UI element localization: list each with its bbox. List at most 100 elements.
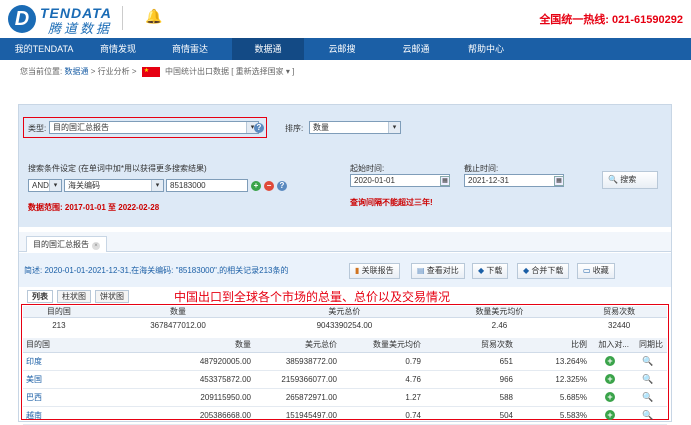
- type-select[interactable]: 目的国汇总报告 ▾: [49, 121, 259, 134]
- qty-cell: 209115950.00: [163, 388, 255, 407]
- search-form: 类型: 目的国汇总报告 ▾ ? 排序: 数量 ▾ 搜索条件设定 (在单词中加*用…: [19, 105, 671, 227]
- ratio-cell: 5.583%: [517, 406, 591, 425]
- table-row: 巴西 209115950.00 265872971.00 1.27 588 5.…: [23, 388, 667, 407]
- breadcrumb-page: 中国统计出口数据: [164, 67, 229, 76]
- compare-label: 查看对比: [426, 266, 459, 275]
- column-header[interactable]: 比例: [517, 338, 591, 353]
- end-date-input[interactable]: 2021-12-31: [464, 174, 564, 187]
- logo-text-cn: 腾道数据: [48, 21, 113, 36]
- country-link[interactable]: 巴西: [23, 388, 163, 407]
- field-select[interactable]: 海关编码 ▾: [64, 179, 164, 192]
- column-header: 同期比: [633, 338, 667, 353]
- report-tab-bar: 目的国汇总报告 ×: [19, 232, 671, 252]
- table-row: 越南 205386668.00 151945497.00 0.74 504 5.…: [23, 406, 667, 425]
- totals-header: 贸易次数: [571, 306, 667, 318]
- condition-label: 搜索条件设定 (在单词中加*用以获得更多搜索结果): [28, 164, 207, 173]
- column-header[interactable]: 贸易次数: [425, 338, 517, 353]
- related-report-label: 关联报告: [361, 266, 394, 275]
- merge-download-button[interactable]: ◆ 合并下载: [517, 263, 570, 279]
- usd-cell: 265872971.00: [255, 388, 341, 407]
- add-icon[interactable]: +: [605, 410, 615, 420]
- magnifier-icon[interactable]: 🔍: [642, 410, 653, 420]
- column-header[interactable]: 数量美元均价: [341, 338, 425, 353]
- tab-list[interactable]: 列表: [27, 290, 53, 303]
- download-label: 下载: [486, 266, 503, 275]
- tab-destination-report[interactable]: 目的国汇总报告 ×: [26, 236, 107, 252]
- yoy-cell: 🔍: [633, 406, 667, 425]
- breadcrumb-home[interactable]: 数据通: [64, 67, 88, 76]
- remove-condition-icon[interactable]: −: [264, 181, 274, 191]
- nav-item-data[interactable]: 数据通: [232, 38, 304, 60]
- column-header[interactable]: 美元总价: [255, 338, 341, 353]
- logo-icon[interactable]: D: [8, 5, 36, 33]
- calendar-icon[interactable]: ▦: [440, 176, 450, 186]
- favorite-label: 收藏: [592, 266, 609, 275]
- main-nav: 我的TENDATA 商情发现 商情雷达 数据通 云邮搜 云邮通 帮助中心: [0, 38, 691, 60]
- merge-download-label: 合并下载: [531, 266, 564, 275]
- download-button[interactable]: ◆ 下载: [472, 263, 509, 279]
- magnifier-icon[interactable]: 🔍: [642, 356, 653, 366]
- country-link[interactable]: 美国: [23, 370, 163, 389]
- help-icon[interactable]: ?: [277, 181, 287, 191]
- add-icon[interactable]: +: [605, 356, 615, 366]
- nav-item-my-tendata[interactable]: 我的TENDATA: [8, 38, 80, 60]
- totals-header: 数量: [94, 306, 262, 318]
- nav-item-radar[interactable]: 商情雷达: [160, 38, 220, 60]
- summary-description: 简述: 2020-01-01-2021-12-31,在海关编码: "851830…: [24, 266, 289, 275]
- calendar-icon[interactable]: ▦: [554, 176, 564, 186]
- magnifier-icon[interactable]: 🔍: [642, 392, 653, 402]
- column-header[interactable]: 目的国: [23, 338, 163, 353]
- trades-cell: 966: [425, 370, 517, 389]
- sort-label: 排序:: [285, 124, 304, 133]
- search-button[interactable]: 🔍 搜索: [602, 171, 658, 189]
- totals-cell: 9043390254.00: [316, 321, 373, 331]
- divider: [122, 6, 123, 30]
- totals-cell: 2.46: [491, 321, 508, 331]
- country-link[interactable]: 印度: [23, 352, 163, 371]
- trades-cell: 588: [425, 388, 517, 407]
- ratio-cell: 12.325%: [517, 370, 591, 389]
- magnifier-icon[interactable]: 🔍: [642, 374, 653, 384]
- qty-cell: 453375872.00: [163, 370, 255, 389]
- trades-cell: 504: [425, 406, 517, 425]
- favorite-button[interactable]: ▭ 收藏: [577, 263, 615, 279]
- start-date-input[interactable]: 2020-01-01: [350, 174, 450, 187]
- logic-select-value: AND: [32, 181, 49, 190]
- hotline: 全国统一热线: 021-61590292: [539, 14, 683, 26]
- breadcrumb-sep: >: [131, 67, 137, 76]
- nav-item-help[interactable]: 帮助中心: [456, 38, 516, 60]
- column-header[interactable]: 数量: [163, 338, 255, 353]
- sort-select[interactable]: 数量 ▾: [309, 121, 401, 134]
- ratio-cell: 13.264%: [517, 352, 591, 371]
- nav-item-mail-send[interactable]: 云邮通: [386, 38, 446, 60]
- avg-cell: 4.76: [341, 370, 425, 389]
- add-icon[interactable]: +: [605, 374, 615, 384]
- download-icon: ◆: [478, 266, 485, 275]
- trades-cell: 651: [425, 352, 517, 371]
- summary-bar: 简述: 2020-01-01-2021-12-31,在海关编码: "851830…: [19, 253, 671, 287]
- reselect-country-link[interactable]: [ 重新选择国家 ▾ ]: [231, 67, 294, 76]
- country-link[interactable]: 越南: [23, 406, 163, 425]
- tab-pie-chart[interactable]: 饼状图: [95, 290, 129, 303]
- interval-limit-note: 查询间隔不能超过三年!: [350, 198, 433, 207]
- add-condition-icon[interactable]: +: [251, 181, 261, 191]
- breadcrumb-category[interactable]: 行业分析: [98, 67, 130, 76]
- top-bar: D TENDATA 腾道数据 🔔 全国统一热线: 021-61590292: [0, 0, 691, 38]
- add-icon[interactable]: +: [605, 392, 615, 402]
- close-icon[interactable]: ×: [92, 242, 100, 250]
- nav-item-mail-search[interactable]: 云邮搜: [312, 38, 372, 60]
- related-report-button[interactable]: ▮ 关联报告: [349, 263, 400, 279]
- compare-button[interactable]: ▤ 查看对比: [411, 263, 465, 279]
- hs-code-input[interactable]: 85183000: [166, 179, 248, 192]
- end-date-label: 截止时间:: [464, 164, 499, 173]
- totals-header: 目的国: [23, 306, 95, 318]
- breadcrumb: 您当前位置: 数据通 > 行业分析 > 中国统计出口数据 [ 重新选择国家 ▾ …: [20, 66, 294, 77]
- add-compare-cell: +: [591, 370, 633, 389]
- nav-item-discover[interactable]: 商情发现: [88, 38, 148, 60]
- type-label: 类型:: [28, 124, 47, 133]
- avg-cell: 1.27: [341, 388, 425, 407]
- bell-icon[interactable]: 🔔: [145, 8, 162, 25]
- help-icon[interactable]: ?: [254, 123, 264, 133]
- tab-bar-chart[interactable]: 柱状图: [57, 290, 91, 303]
- logic-select[interactable]: AND ▾: [28, 179, 62, 192]
